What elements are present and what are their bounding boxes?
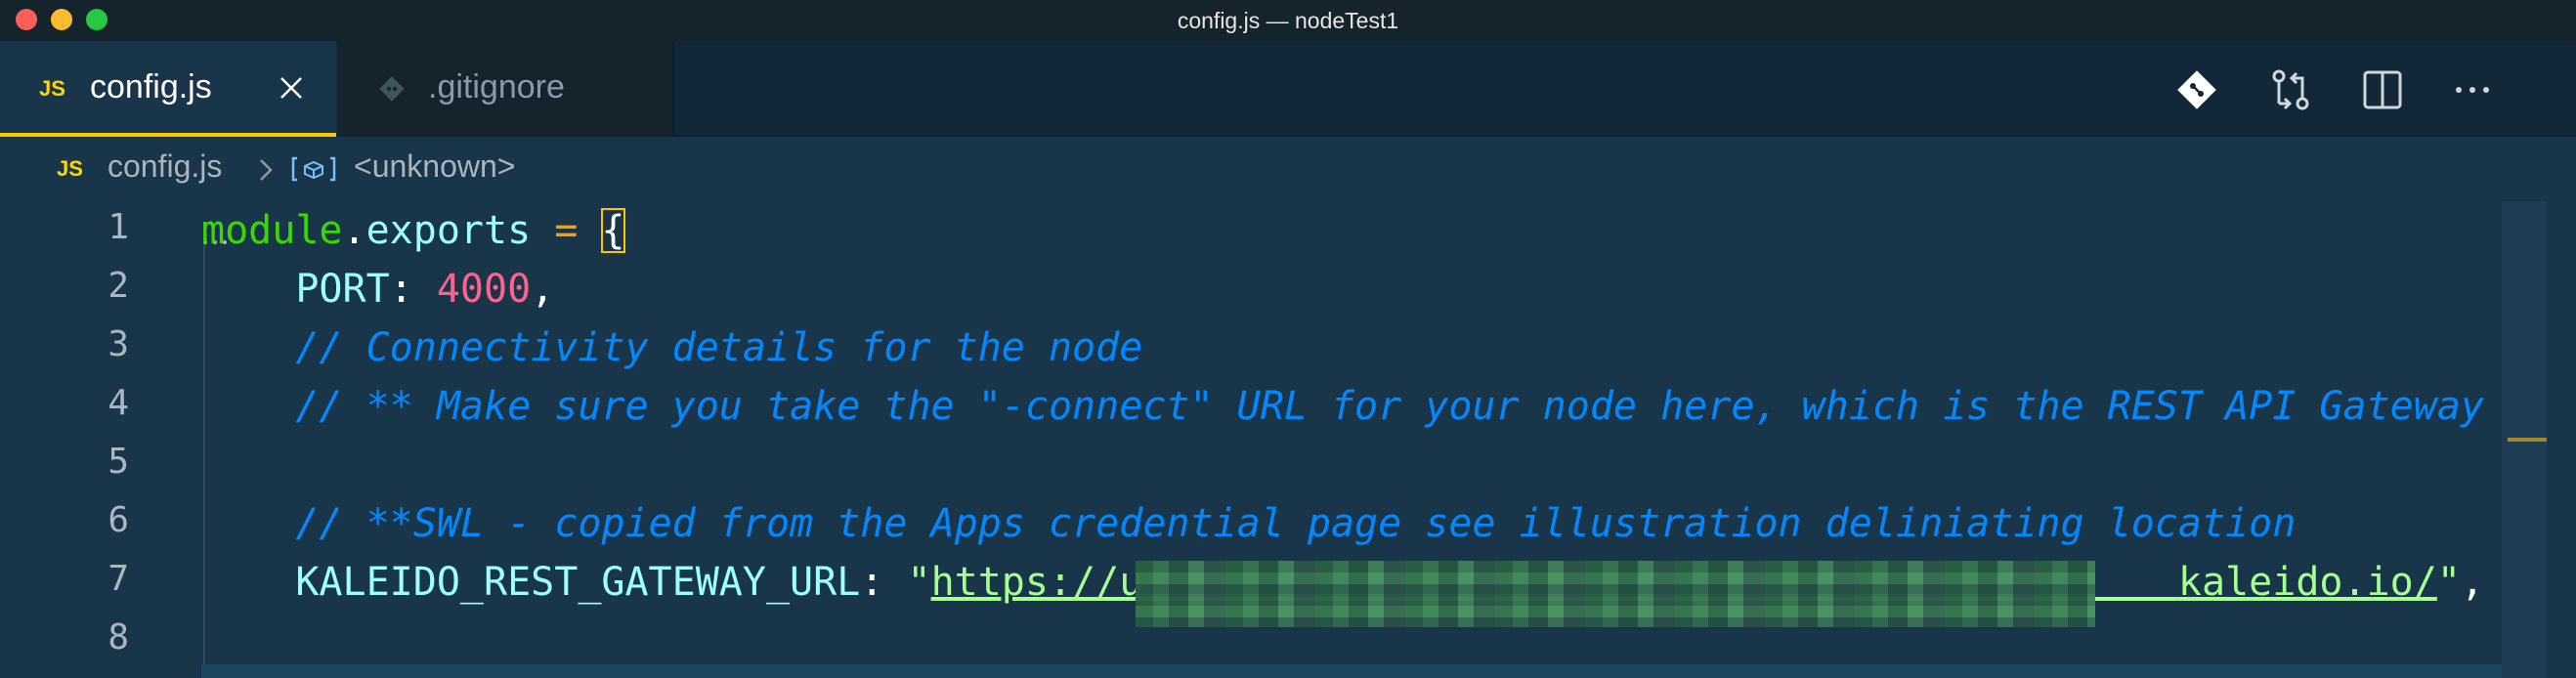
code-line-2[interactable]: PORT: 4000,	[201, 260, 554, 318]
code-editor[interactable]: 1 2 3 4 5 6 7 8 module.exports = { PORT:…	[0, 201, 2576, 678]
code-line-6[interactable]: // **SWL - copied from the Apps credenti…	[201, 494, 2296, 553]
line-number: 1	[107, 207, 129, 247]
line-number: 7	[107, 559, 129, 599]
javascript-file-icon: JS	[39, 76, 65, 101]
code-token: ,	[2460, 560, 2485, 605]
breadcrumb: JS config.js <unknown>	[0, 137, 2576, 201]
line-number: 2	[107, 266, 129, 306]
code-token: "	[2436, 560, 2461, 605]
line-number: 8	[107, 617, 129, 657]
matched-bracket: {	[601, 208, 625, 253]
window-title: config.js — nodeTest1	[1177, 8, 1399, 33]
code-line-3[interactable]: // Connectivity details for the node	[201, 318, 1142, 377]
chevron-right-icon	[260, 159, 273, 181]
tab-bar: JS config.js .gitignore	[0, 41, 2576, 137]
code-token: module	[201, 208, 343, 253]
code-token: PORT	[295, 267, 390, 312]
code-token: 4000	[436, 267, 532, 312]
tab-label: config.js	[90, 68, 212, 106]
current-line-highlight	[201, 664, 2508, 678]
tab-label: .gitignore	[428, 68, 565, 106]
tab-gitignore[interactable]: .gitignore	[338, 41, 674, 137]
code-token: :	[389, 267, 437, 312]
redaction-blur-overlay	[1136, 561, 2095, 627]
title-bar: config.js — nodeTest1	[0, 0, 2576, 41]
scrollbar-marker	[2508, 438, 2547, 442]
breadcrumb-file[interactable]: config.js	[107, 148, 222, 185]
code-token: exports	[365, 208, 532, 253]
code-token: :	[860, 560, 908, 605]
close-icon[interactable]	[276, 72, 307, 104]
code-line-1[interactable]: module.exports = {	[201, 201, 625, 260]
code-token: =	[531, 208, 602, 253]
code-token: ,	[531, 267, 555, 312]
url-link[interactable]: kaleido.io/	[2178, 560, 2437, 605]
line-number: 4	[107, 383, 129, 423]
url-link[interactable]: https://u	[931, 560, 1143, 605]
git-lens-icon[interactable]	[2171, 64, 2222, 115]
git-diamond-icon	[379, 76, 405, 102]
javascript-file-icon: JS	[57, 156, 83, 181]
code-token: "	[907, 560, 931, 605]
breadcrumb-symbol[interactable]: <unknown>	[354, 148, 515, 185]
line-number: 5	[107, 442, 129, 482]
line-number: 6	[107, 500, 129, 540]
more-actions-icon[interactable]	[2447, 64, 2498, 115]
line-number-gutter: 1 2 3 4 5 6 7 8	[0, 201, 147, 678]
symbol-variable-icon	[291, 156, 336, 182]
tab-config-js[interactable]: JS config.js	[0, 41, 336, 137]
code-line-4[interactable]: // ** Make sure you take the "-connect" …	[201, 377, 2531, 436]
compare-changes-icon[interactable]	[2265, 64, 2316, 115]
split-editor-icon[interactable]	[2357, 64, 2408, 115]
code-token: .	[342, 208, 366, 253]
code-token: KALEIDO_REST_GATEWAY_URL	[201, 560, 861, 605]
line-number: 3	[107, 324, 129, 364]
